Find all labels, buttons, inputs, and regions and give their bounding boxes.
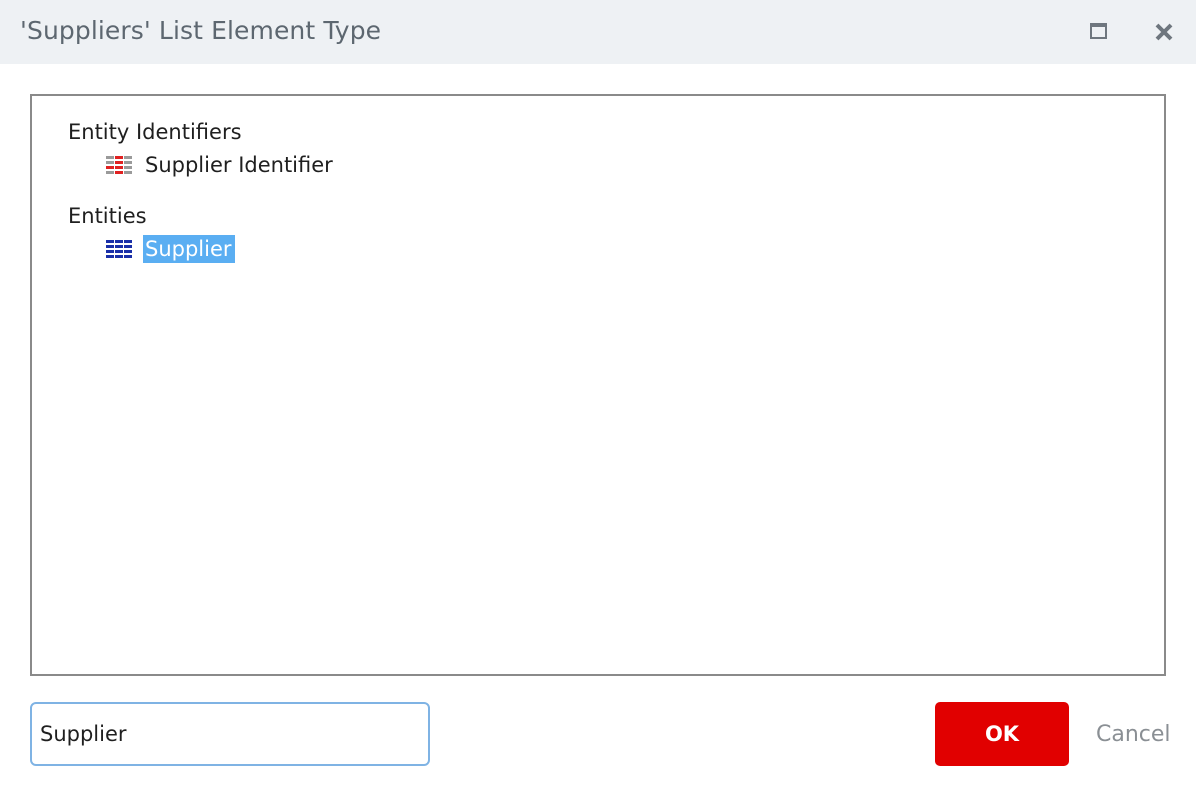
close-button[interactable] bbox=[1150, 18, 1178, 46]
maximize-icon bbox=[1090, 23, 1107, 39]
search-input[interactable] bbox=[30, 702, 430, 766]
tree-group-entity-identifiers: Entity Identifiers bbox=[68, 120, 242, 144]
tree-item-supplier-identifier[interactable]: Supplier Identifier bbox=[104, 150, 336, 180]
tree-item-supplier[interactable]: Supplier bbox=[104, 234, 235, 264]
identifier-table-icon bbox=[106, 156, 132, 174]
dialog-title: 'Suppliers' List Element Type bbox=[20, 16, 382, 45]
list-element-type-dialog: 'Suppliers' List Element Type Entity Ide… bbox=[0, 0, 1196, 796]
dialog-titlebar: 'Suppliers' List Element Type bbox=[0, 0, 1196, 64]
maximize-button[interactable] bbox=[1086, 18, 1114, 46]
entity-table-icon bbox=[106, 240, 132, 258]
tree-item-label: Supplier bbox=[143, 235, 235, 263]
cancel-button[interactable]: Cancel bbox=[1088, 702, 1174, 766]
tree-item-label: Supplier Identifier bbox=[145, 153, 333, 177]
tree-group-entities: Entities bbox=[68, 204, 147, 228]
close-icon bbox=[1155, 23, 1173, 41]
ok-button[interactable]: OK bbox=[935, 702, 1069, 766]
element-type-tree[interactable]: Entity Identifiers Supplier Identifier E… bbox=[30, 94, 1166, 676]
